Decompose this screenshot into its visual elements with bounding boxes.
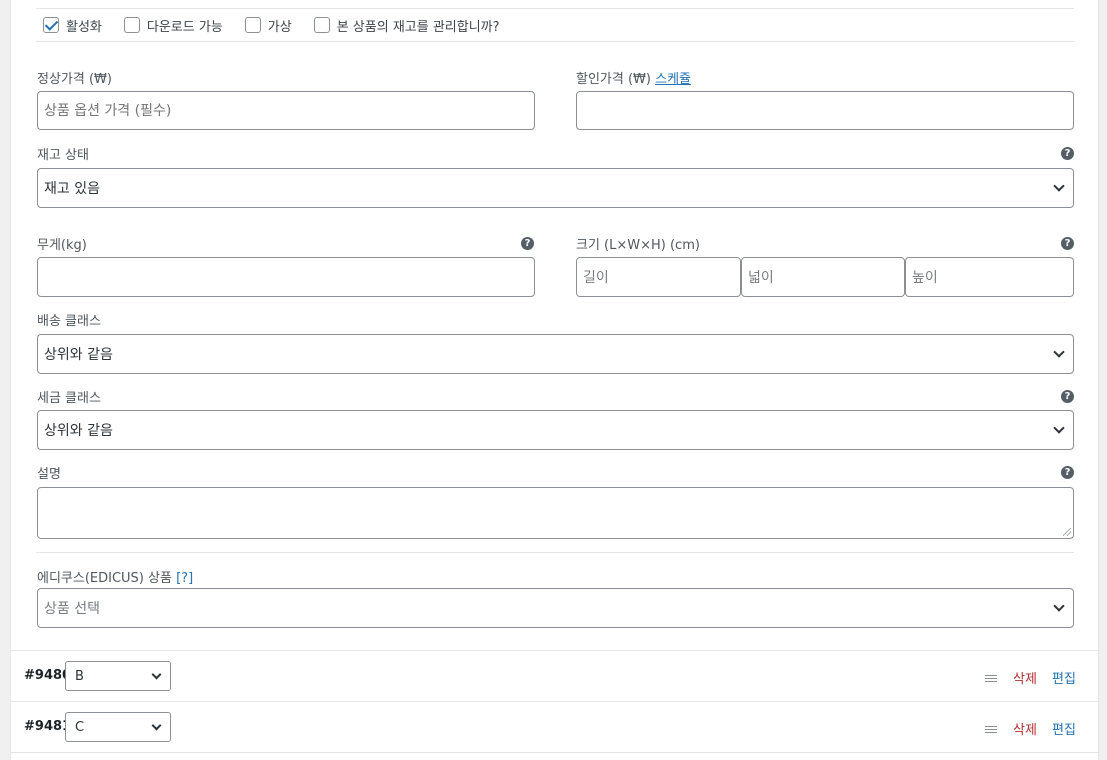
variation-attribute-select[interactable]: B: [65, 661, 171, 691]
stock-status-select[interactable]: 재고 있음: [37, 168, 1074, 208]
variation-attribute-value: B: [75, 668, 84, 684]
length-placeholder: 길이: [583, 270, 609, 286]
divider-top: [36, 8, 1074, 9]
shipping-class-value: 상위와 같음: [44, 347, 113, 363]
edicus-placeholder: 상품 선택: [44, 601, 100, 617]
manage-stock-label: 본 상품의 재고를 관리합니까?: [336, 19, 500, 35]
description-label: 설명: [37, 467, 61, 482]
help-icon[interactable]: ?: [521, 237, 534, 250]
tax-class-value: 상위와 같음: [44, 423, 113, 439]
width-placeholder: 넓이: [748, 270, 774, 286]
tax-class-select[interactable]: 상위와 같음: [37, 410, 1074, 450]
help-icon[interactable]: ?: [1061, 237, 1074, 250]
chevron-down-icon: [1053, 422, 1065, 434]
help-icon[interactable]: ?: [1061, 466, 1074, 479]
checkbox-icon[interactable]: [123, 17, 140, 33]
virtual-checkbox[interactable]: 가상: [244, 16, 292, 35]
dimensions-label: 크기 (L×W×H) (cm): [576, 238, 700, 253]
schedule-link[interactable]: 스케쥴: [655, 72, 691, 87]
help-icon[interactable]: ?: [1061, 390, 1074, 403]
drag-handle-icon[interactable]: [985, 726, 997, 735]
shipping-class-label: 배송 클래스: [37, 314, 101, 329]
divider: [36, 41, 1074, 42]
divider: [11, 752, 1100, 753]
downloadable-checkbox[interactable]: 다운로드 가능: [123, 16, 223, 35]
delete-link[interactable]: 삭제: [1013, 668, 1037, 687]
variation-options: 활성화 다운로드 가능 가상 본 상품의 재고를 관리합니까?: [43, 16, 522, 35]
checkbox-icon[interactable]: [313, 17, 330, 33]
edicus-label: 에디쿠스(EDICUS) 상품 [?]: [37, 571, 194, 586]
checkbox-icon[interactable]: [244, 17, 261, 33]
edicus-help-link[interactable]: [?]: [176, 571, 193, 586]
length-input[interactable]: 길이: [576, 257, 741, 297]
stock-status-label: 재고 상태: [37, 148, 89, 163]
variation-attribute-value: C: [75, 719, 85, 735]
checkbox-checked-icon[interactable]: [43, 17, 59, 33]
enabled-checkbox[interactable]: 활성화: [43, 16, 102, 35]
divider: [11, 701, 1100, 702]
weight-input[interactable]: [37, 257, 535, 297]
sale-price-input[interactable]: [576, 91, 1074, 130]
delete-link[interactable]: 삭제: [1013, 719, 1037, 738]
chevron-down-icon: [151, 720, 162, 731]
manage-stock-checkbox[interactable]: 본 상품의 재고를 관리합니까?: [313, 16, 500, 35]
sale-price-label: 할인가격 (₩) 스케쥴: [576, 72, 692, 87]
divider: [36, 552, 1074, 553]
height-input[interactable]: 높이: [905, 257, 1074, 297]
weight-label: 무게(kg): [37, 238, 87, 253]
edit-link[interactable]: 편집: [1052, 719, 1076, 738]
downloadable-label: 다운로드 가능: [146, 19, 223, 35]
chevron-down-icon: [1053, 346, 1065, 358]
height-placeholder: 높이: [912, 270, 938, 286]
regular-price-input[interactable]: [37, 91, 535, 130]
variation-panel: 활성화 다운로드 가능 가상 본 상품의 재고를 관리합니까? 정상가격 (₩)…: [10, 0, 1100, 760]
width-input[interactable]: 넓이: [741, 257, 905, 297]
regular-price-label: 정상가격 (₩): [37, 72, 112, 87]
enabled-label: 활성화: [66, 19, 102, 35]
divider: [11, 650, 1100, 651]
tax-class-label: 세금 클래스: [37, 391, 101, 406]
resize-handle-icon[interactable]: [1063, 528, 1071, 536]
shipping-class-select[interactable]: 상위와 같음: [37, 334, 1074, 374]
drag-handle-icon[interactable]: [985, 675, 997, 684]
variation-attribute-select[interactable]: C: [65, 712, 171, 742]
stock-status-value: 재고 있음: [44, 181, 100, 197]
description-textarea[interactable]: [37, 487, 1074, 539]
chevron-down-icon: [151, 669, 162, 680]
help-icon[interactable]: ?: [1061, 147, 1074, 160]
chevron-down-icon: [1053, 180, 1065, 192]
virtual-label: 가상: [267, 19, 292, 35]
edicus-product-select[interactable]: 상품 선택: [37, 588, 1074, 628]
edit-link[interactable]: 편집: [1052, 668, 1076, 687]
chevron-down-icon: [1053, 600, 1065, 612]
